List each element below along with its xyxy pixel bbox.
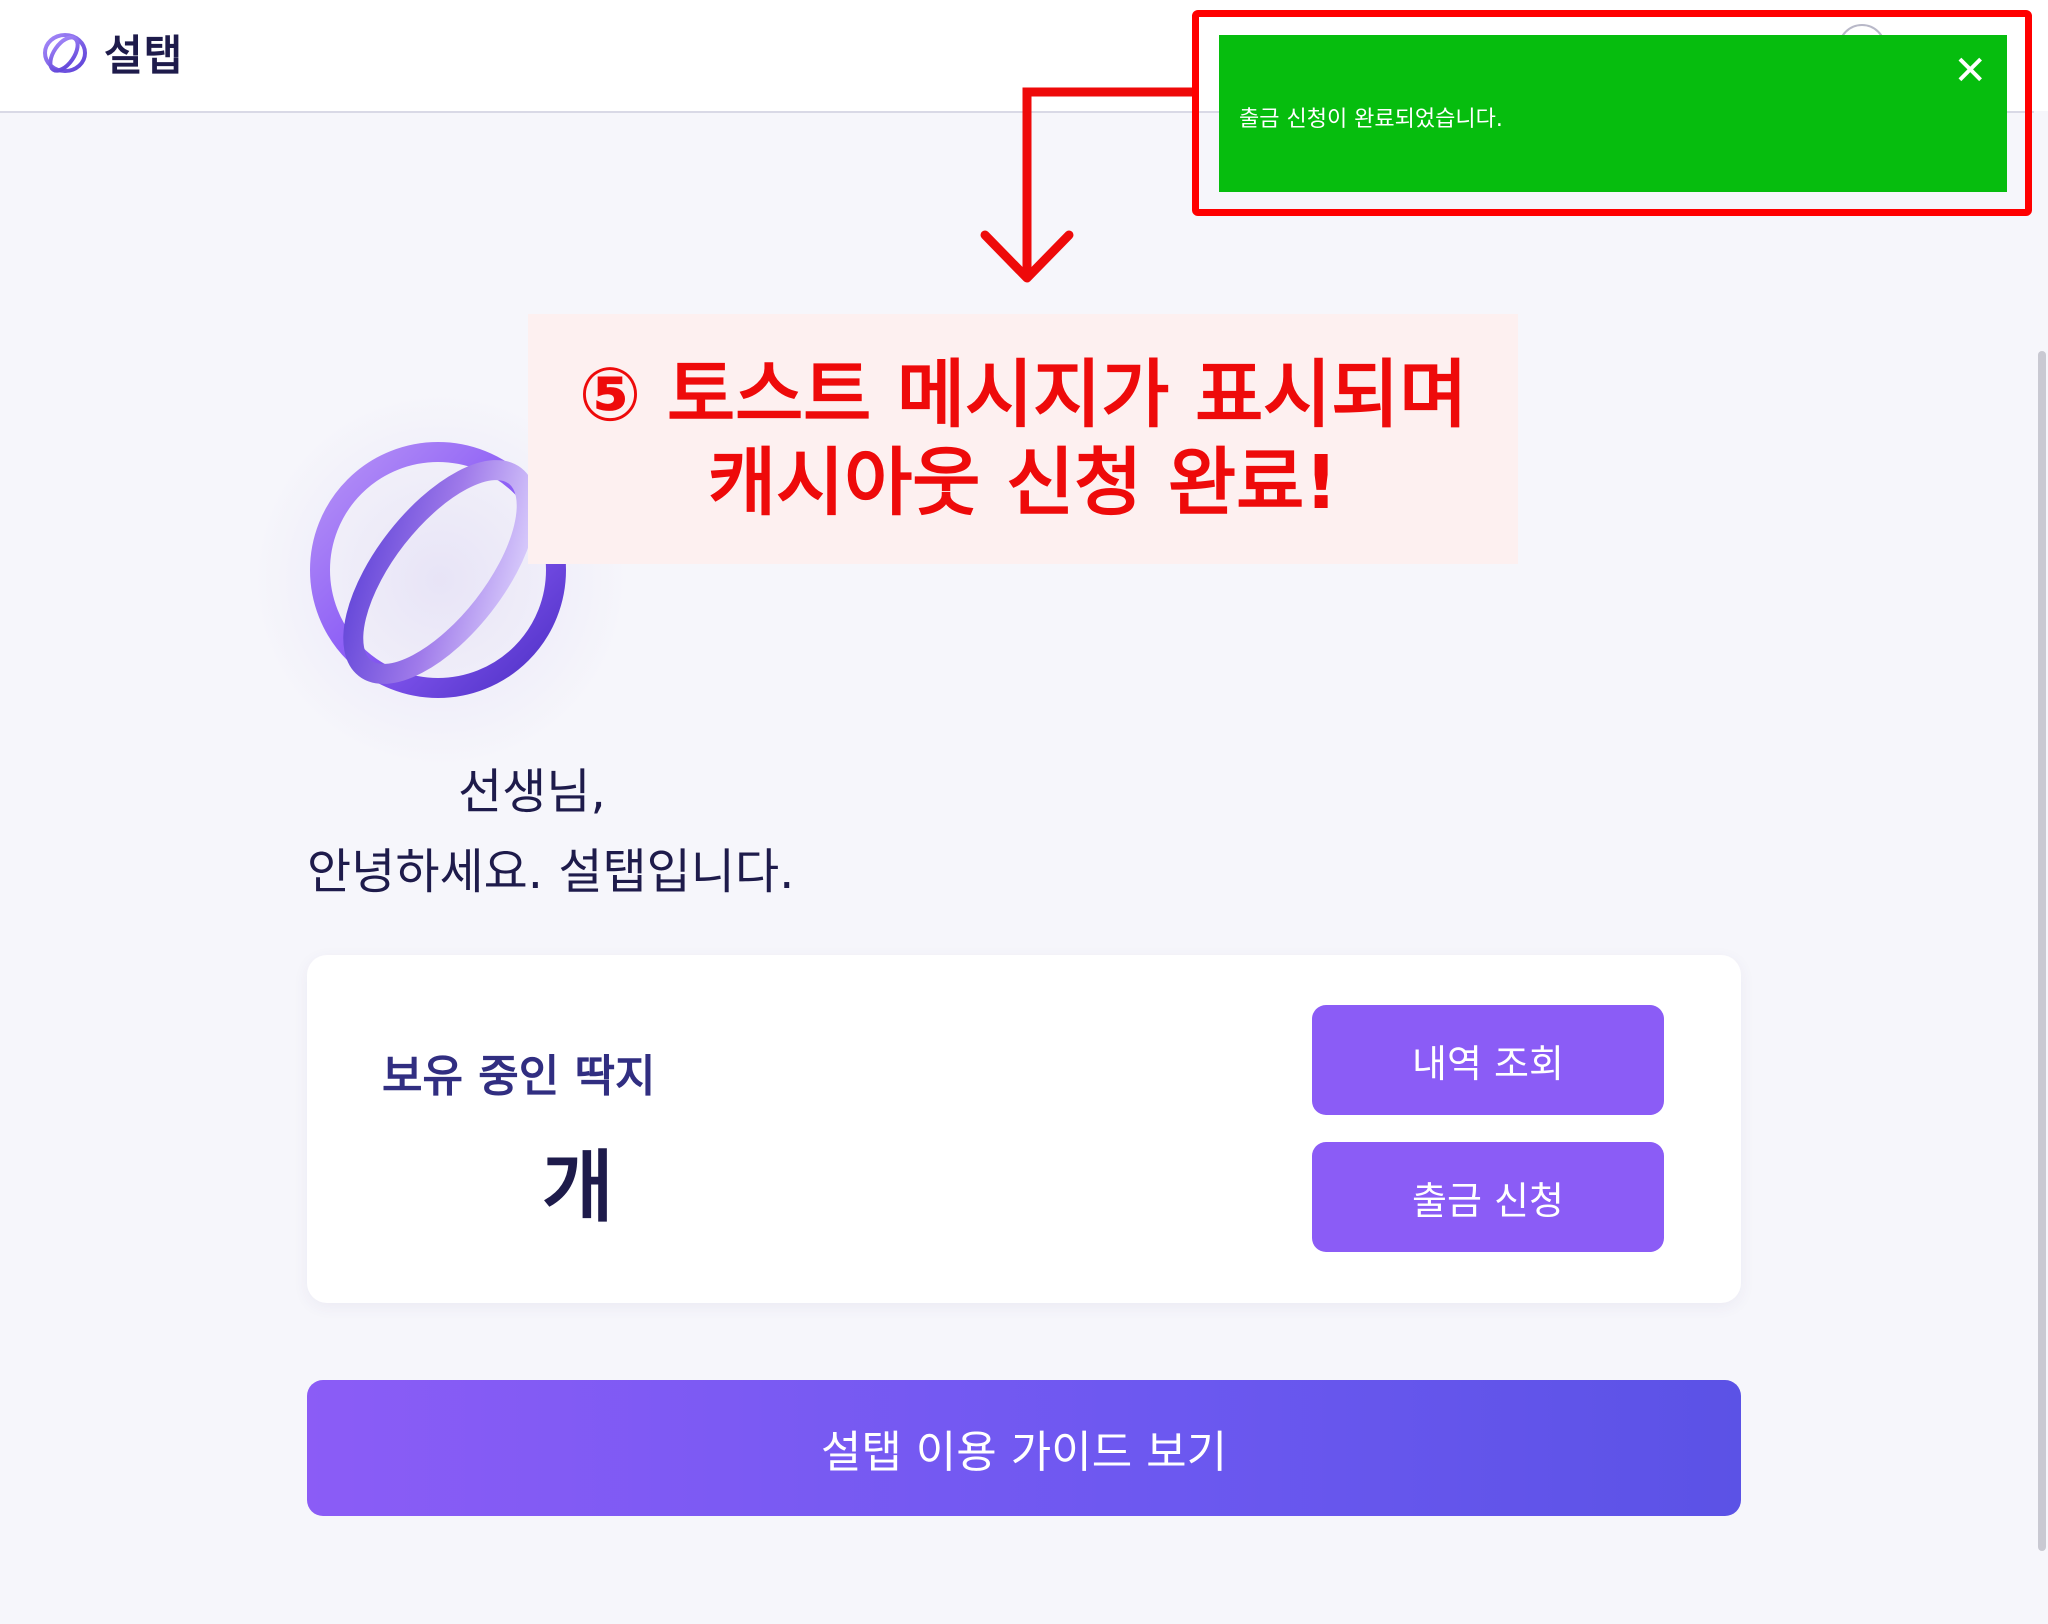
scrollbar[interactable]	[2034, 111, 2048, 1624]
scrollbar-thumb[interactable]	[2038, 351, 2046, 1551]
withdraw-request-button[interactable]: 출금 신청	[1312, 1142, 1664, 1252]
guide-button[interactable]: 설탭 이용 가이드 보기	[307, 1380, 1741, 1516]
history-button[interactable]: 내역 조회	[1312, 1005, 1664, 1115]
annotation-arrow-icon	[980, 87, 1192, 283]
balance-count: 개	[542, 1143, 614, 1233]
brand-name: 설탭	[104, 31, 184, 80]
balance-label: 보유 중인 딱지	[382, 1051, 656, 1102]
success-toast: 출금 신청이 완료되었습니다. ✕	[1219, 35, 2007, 192]
close-icon[interactable]: ✕	[1953, 51, 1987, 91]
sultab-logo-icon	[43, 32, 87, 73]
annotation-line-1: ⑤ 토스트 메시지가 표시되며	[578, 352, 1468, 438]
annotation-line-2: 캐시아웃 신청 완료!	[708, 440, 1338, 526]
ddakji-balance-card: 보유 중인 딱지 개 내역 조회 출금 신청	[307, 955, 1741, 1303]
annotation-callout: ⑤ 토스트 메시지가 표시되며 캐시아웃 신청 완료!	[528, 314, 1518, 564]
brand[interactable]: 설탭	[40, 22, 183, 83]
toast-message: 출금 신청이 완료되었습니다.	[1239, 107, 1503, 132]
greeting-name: 선생님,	[458, 764, 606, 820]
greeting-line: 안녕하세요. 설탭입니다.	[307, 844, 795, 900]
